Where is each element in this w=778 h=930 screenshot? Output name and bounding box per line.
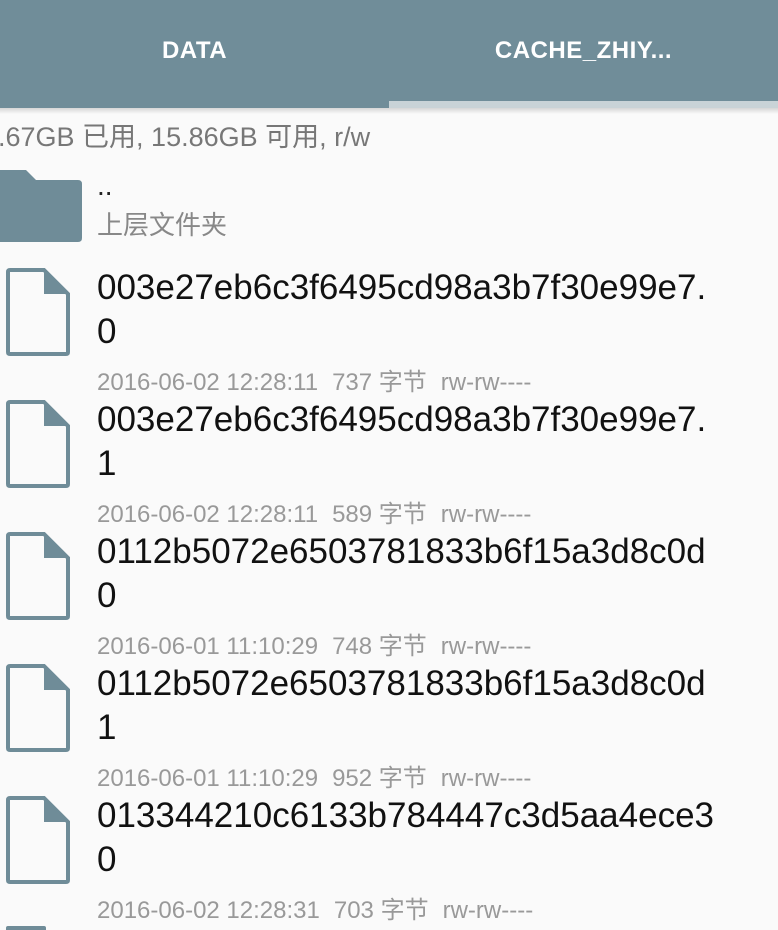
file-size: 703 字节 [333,897,429,924]
folder-icon [0,170,82,242]
file-meta: 2016-06-02 12:28:11 737 字节 rw-rw---- [97,362,545,397]
tab-data[interactable]: DATA [0,0,389,108]
file-size: 737 字节 [332,369,427,396]
file-permissions: rw-rw---- [440,633,532,660]
file-date: 2016-06-02 12:28:11 [97,501,319,528]
file-date: 2016-06-01 11:10:29 [97,633,319,660]
parent-folder-description: 上层文件夹 [97,210,228,240]
file-name: 003e27eb6c3f6495cd98a3b7f30e99e7. 0 [97,268,707,351]
file-name: 0112b5072e6503781833b6f15a3d8c0d 1 [97,664,706,747]
file-date: 2016-06-01 11:10:29 [97,765,319,792]
storage-info: .67GB 已用, 15.86GB 可用, r/w [0,122,371,152]
parent-folder-name: .. [97,170,113,201]
file-row[interactable]: 003e27eb6c3f6495cd98a3b7f30e99e7. 1 2016… [0,398,778,530]
file-icon [6,796,70,884]
file-meta: 2016-06-01 11:10:29 748 字节 rw-rw---- [97,626,545,661]
file-manager-screen: DATA CACHE_ZHIY... .67GB 已用, 15.86GB 可用,… [0,0,778,930]
tab-bar-shadow [0,108,778,114]
file-row[interactable]: 003e27eb6c3f6495cd98a3b7f30e99e7. 0 2016… [0,266,778,398]
file-date: 2016-06-02 12:28:11 [97,369,319,396]
file-icon [6,926,46,930]
file-icon [6,664,70,752]
file-permissions: rw-rw---- [440,765,532,792]
file-meta: 2016-06-02 12:28:11 589 字节 rw-rw---- [97,494,545,529]
file-name: 003e27eb6c3f6495cd98a3b7f30e99e7. 1 [97,400,707,483]
file-icon [6,532,70,620]
file-size: 748 字节 [332,633,427,660]
file-row[interactable]: 0112b5072e6503781833b6f15a3d8c0d 1 2016-… [0,662,778,794]
file-icon [6,400,70,488]
file-size: 589 字节 [332,501,427,528]
file-row[interactable]: 013344210c6133b784447c3d5aa4ece3 0 2016-… [0,794,778,926]
file-icon [6,268,70,356]
file-meta: 2016-06-01 11:10:29 952 字节 rw-rw---- [97,758,545,793]
file-permissions: rw-rw---- [442,897,534,924]
file-size: 952 字节 [332,765,427,792]
tab-cache-zhiy[interactable]: CACHE_ZHIY... [389,0,778,108]
tab-bar: DATA CACHE_ZHIY... [0,0,778,108]
file-permissions: rw-rw---- [440,501,532,528]
file-row[interactable]: 0112b5072e6503781833b6f15a3d8c0d 0 2016-… [0,530,778,662]
active-tab-indicator [389,101,778,108]
file-permissions: rw-rw---- [440,369,532,396]
file-name: 013344210c6133b784447c3d5aa4ece3 0 [97,796,714,879]
file-name: 0112b5072e6503781833b6f15a3d8c0d 0 [97,532,706,615]
file-meta: 2016-06-02 12:28:31 703 字节 rw-rw---- [97,890,547,925]
file-date: 2016-06-02 12:28:31 [97,897,320,924]
